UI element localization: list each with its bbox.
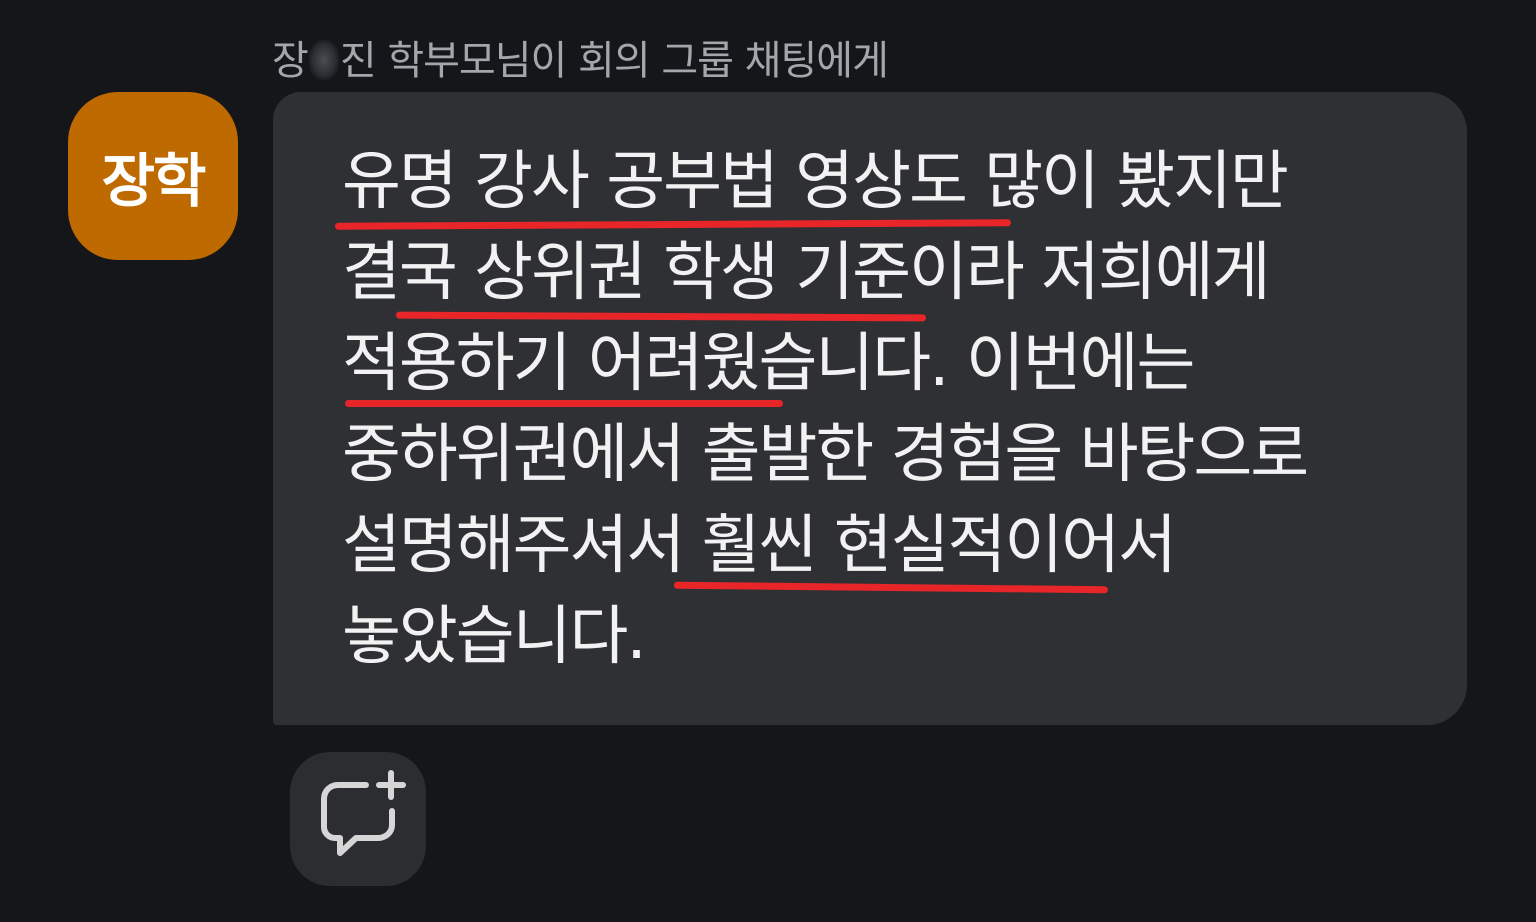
message-line-5: 설명해주셔서 훨씬 현실적이어서 xyxy=(342,509,1177,583)
avatar-label: 장학 xyxy=(101,147,207,215)
sender-avatar[interactable]: 장학 xyxy=(68,92,238,260)
red-underline-3 xyxy=(345,400,783,407)
message-line-2: 결국 상위권 학생 기준이라 저희에게 xyxy=(342,236,1271,310)
comment-plus-icon xyxy=(321,770,406,856)
message-line-4: 중하위권에서 출발한 경험을 바탕으로 xyxy=(342,418,1309,492)
sender-name-prefix: 장 xyxy=(272,38,309,84)
message-line-3: 적용하기 어려웠습니다. 이번에는 xyxy=(342,327,1195,401)
message-line-6: 놓았습니다. xyxy=(342,600,647,674)
chat-screen: 장 진 학부모님이 회의 그룹 채팅에게 장학 유명 강사 공부법 영상도 많이 … xyxy=(0,0,1536,922)
message-line-1: 유명 강사 공부법 영상도 많이 봤지만 xyxy=(342,145,1289,219)
add-reaction-button[interactable] xyxy=(290,752,426,886)
sender-header: 장 진 학부모님이 회의 그룹 채팅에게 xyxy=(272,28,889,86)
redacted-name-blur xyxy=(308,40,339,80)
sender-name-suffix: 진 학부모님이 회의 그룹 채팅에게 xyxy=(339,38,889,84)
